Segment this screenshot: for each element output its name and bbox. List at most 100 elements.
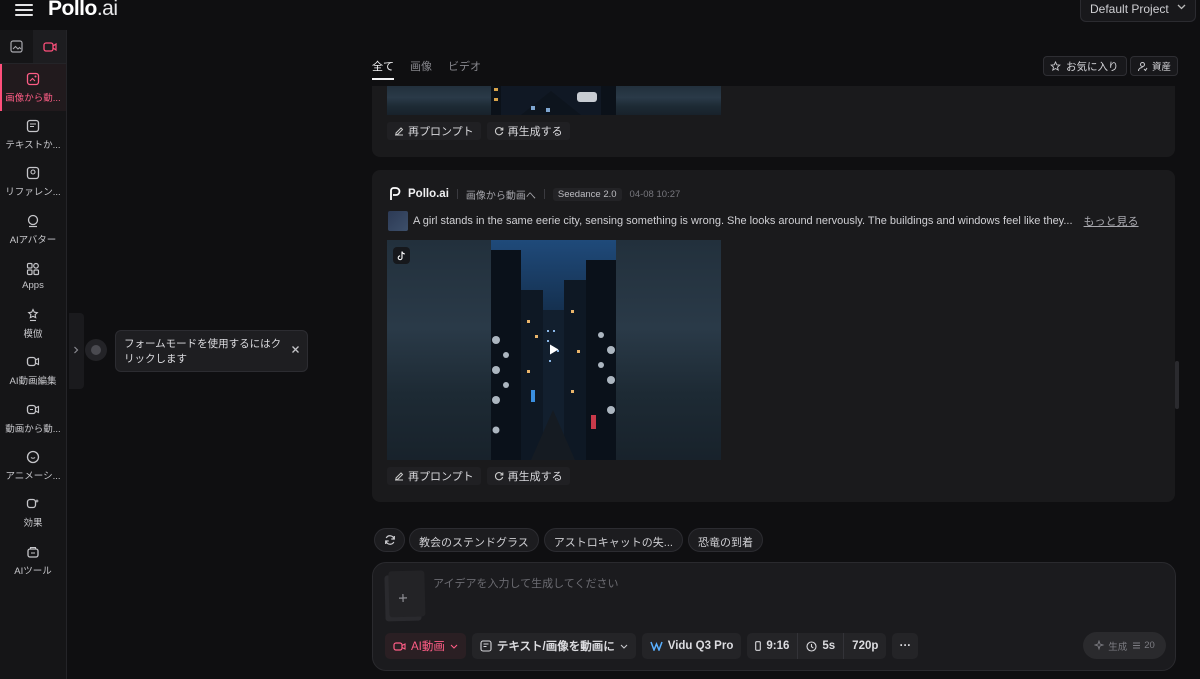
project-selector[interactable]: Default Project [1080,0,1196,22]
sidebar-item-label: アニメーシ... [5,471,61,483]
form-mode-toggle[interactable] [69,313,84,389]
sidebar-item[interactable]: 模倣 [0,300,66,347]
video-to-video-icon [26,404,40,414]
top-bar: Pollo.ai Default Project [0,0,1200,22]
tab-video[interactable] [33,30,66,63]
tiktok-icon[interactable] [393,247,410,264]
ai-video-mode-dropdown[interactable]: AI動画 [385,633,466,659]
sidebar-item-label: AIアバター [9,234,57,246]
tooltip-text: フォームモードを使用するにはクリックします [124,338,282,365]
suggestion-chips: 教会のステンドグラス アストロキャットの失... 恐竜の到着 [409,528,763,552]
prompt-composer: AI動画 テキスト/画像を動画に Vidu Q3 Pro 9:16 5s 720… [372,562,1176,671]
add-image-button[interactable] [384,574,422,622]
prompt-input[interactable] [433,573,1033,595]
sidebar-item[interactable]: Apps [0,253,66,300]
reprompt-button[interactable]: 再プロンプト [387,122,481,140]
timestamp: 04-08 10:27 [629,188,681,200]
prompt-row: A girl stands in the same eerie city, se… [388,211,1168,231]
play-icon[interactable] [548,343,560,356]
regenerate-button[interactable]: 再生成する [486,122,570,140]
generation-card: 再プロンプト 再生成する [372,86,1175,157]
more-icon: ··· [899,640,912,652]
sidebar-item-label: 効果 [23,518,43,530]
model-selector[interactable]: Vidu Q3 Pro [641,633,742,659]
sidebar-item-label: テキストか... [5,139,61,151]
logo[interactable]: Pollo.ai [48,0,118,21]
close-icon[interactable] [291,345,300,354]
sidebar-item[interactable]: アニメーシ... [0,442,66,489]
star-icon [1050,60,1061,71]
sparkle-icon [1094,640,1105,651]
card-actions: 再プロンプト 再生成する [387,122,570,140]
resolution-button[interactable]: 720p [843,633,886,659]
suggestion-chip[interactable]: 教会のステンドグラス [409,528,539,552]
vidu-logo-icon [650,641,663,651]
image-icon [10,40,23,53]
project-name: Default Project [1090,2,1169,16]
sidebar-item[interactable]: AIツール [0,537,66,584]
suggestion-chip[interactable]: 恐竜の到着 [687,528,763,552]
prompt-text: A girl stands in the same eerie city, se… [413,215,1073,227]
regenerate-button[interactable]: 再生成する [486,467,570,485]
mode-label: 画像から動画へ [465,190,536,202]
refresh-suggestions-button[interactable] [374,528,405,552]
aspect-ratio-icon [755,641,762,651]
video-thumbnail[interactable] [491,240,616,460]
text-to-video-icon [26,119,40,133]
aspect-ratio-button[interactable]: 9:16 [747,633,797,659]
sidebar-item[interactable]: AIアバター [0,206,66,253]
reference-image-thumbnail[interactable] [388,211,408,231]
refresh-icon [494,127,504,136]
video-settings-group: 9:16 5s 720p [747,633,887,659]
credits-count: 20 [1144,640,1155,651]
assets-button[interactable]: 資産 [1130,56,1178,76]
tab-all[interactable]: 全て [372,58,394,80]
sidebar: 画像から動... テキストか... リファレン... AIアバター Apps 模倣 AI動画… [0,30,67,679]
more-options-button[interactable]: ··· [892,633,919,659]
sidebar-item[interactable]: 動画から動... [0,395,66,442]
tab-image[interactable] [0,30,33,63]
pollo-logo-icon [390,187,401,200]
see-more-link[interactable]: もっと見る [1084,213,1139,229]
plus-icon [398,593,408,603]
animation-icon [26,450,40,464]
reprompt-button[interactable]: 再プロンプト [387,467,481,485]
form-mode-tooltip: フォームモードを使用するにはクリックします [115,330,308,372]
sidebar-item[interactable]: リファレン... [0,159,66,206]
generation-mode-dropdown[interactable]: テキスト/画像を動画に [471,633,636,659]
video-thumbnail[interactable] [491,86,616,115]
sidebar-item[interactable]: AI動画編集 [0,348,66,395]
hint-indicator[interactable] [85,339,107,361]
sidebar-item[interactable]: 効果 [0,490,66,537]
model-badge: Seedance 2.0 [552,187,622,201]
composer-toolbar: AI動画 テキスト/画像を動画に Vidu Q3 Pro 9:16 5s 720… [385,633,919,659]
generate-button[interactable]: 生成 20 [1083,632,1166,659]
menu-icon[interactable] [15,2,33,18]
sidebar-item-label: Apps [22,280,44,292]
refresh-icon [384,535,395,545]
video-thumbnail-right [616,86,721,115]
clock-icon [806,640,817,652]
filter-tabs: 全て 画像 ビデオ [372,58,481,80]
generation-card: Pollo.ai 画像から動画へ Seedance 2.0 04-08 10:2… [372,170,1175,502]
favorites-button[interactable]: お気に入り [1043,56,1127,76]
video-icon [393,641,406,651]
card-actions: 再プロンプト 再生成する [387,467,570,485]
chevron-down-icon [620,644,628,649]
edit-icon [395,472,404,481]
ai-tools-icon [27,546,39,558]
image-to-video-icon [26,72,40,85]
tab-images[interactable]: 画像 [410,58,432,80]
refresh-icon [494,472,504,481]
sidebar-item-label: 動画から動... [5,423,61,435]
suggestion-chip[interactable]: アストロキャットの失... [543,528,683,552]
chevron-right-icon [74,346,79,354]
edit-icon [395,127,404,136]
tab-videos[interactable]: ビデオ [448,58,481,80]
card-brand: Pollo.ai [408,188,449,200]
sidebar-item[interactable]: 画像から動... [0,64,66,112]
sidebar-item[interactable]: テキストか... [0,111,66,158]
scrollbar-thumb[interactable] [1175,361,1179,409]
duration-button[interactable]: 5s [797,633,843,659]
sidebar-item-label: 模倣 [23,329,43,341]
